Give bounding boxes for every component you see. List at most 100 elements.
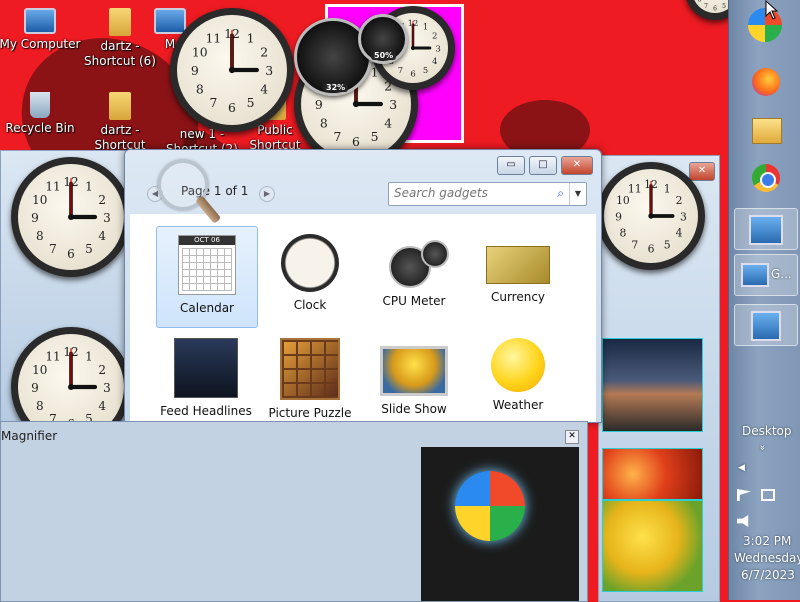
magnifier-title: Magnifier bbox=[1, 429, 58, 443]
svg-text:7: 7 bbox=[333, 129, 341, 144]
svg-text:3: 3 bbox=[389, 97, 397, 112]
photo-flowers-orange bbox=[602, 448, 703, 500]
clock-day[interactable]: Wednesday bbox=[734, 551, 800, 565]
clock-gadget-icon bbox=[281, 234, 339, 292]
gadget-slide-show[interactable]: Slide Show bbox=[364, 336, 464, 416]
show-hidden-icons-icon[interactable]: ◀ bbox=[738, 463, 745, 473]
gadget-cpu-meter[interactable]: CPU Meter bbox=[364, 226, 464, 326]
photo-tulips bbox=[602, 500, 703, 592]
computer-icon bbox=[741, 263, 769, 287]
svg-text:9: 9 bbox=[31, 211, 39, 225]
gadget-label: Currency bbox=[490, 290, 546, 304]
svg-text:1: 1 bbox=[85, 350, 93, 364]
svg-text:2: 2 bbox=[260, 44, 268, 59]
gadgets-taskbar-button[interactable] bbox=[734, 208, 798, 250]
search-icon[interactable]: ⌕ bbox=[557, 186, 564, 201]
gadget-currency[interactable]: Currency bbox=[468, 226, 568, 326]
close-button[interactable]: ✕ bbox=[561, 156, 593, 175]
gadget-clock[interactable]: Clock bbox=[260, 226, 360, 326]
clock-face-icon: 121234567891011 bbox=[697, 0, 726, 12]
picture-puzzle-gadget-icon bbox=[280, 338, 340, 400]
svg-text:4: 4 bbox=[98, 229, 106, 243]
weather-gadget-icon bbox=[491, 338, 545, 392]
gadget-label: Picture Puzzle bbox=[268, 406, 352, 420]
svg-text:5: 5 bbox=[664, 238, 671, 251]
recycle-bin-icon bbox=[30, 92, 50, 118]
background-window-left[interactable]: 121234567891011 121234567891011 bbox=[0, 150, 132, 447]
svg-text:8: 8 bbox=[36, 399, 44, 413]
file-explorer-icon bbox=[752, 118, 782, 144]
gadget-label: Feed Headlines bbox=[160, 404, 252, 418]
mouse-cursor-icon bbox=[765, 0, 779, 20]
explorer-taskbar-button[interactable] bbox=[734, 112, 796, 152]
minimize-button[interactable]: ▭ bbox=[497, 156, 525, 175]
gadget-label: Weather bbox=[492, 398, 544, 412]
cpu-percent: 32% bbox=[323, 83, 349, 92]
search-box[interactable]: ⌕ ▼ bbox=[388, 182, 587, 206]
photo-sunset bbox=[602, 338, 703, 432]
svg-text:5: 5 bbox=[722, 3, 726, 10]
action-center-flag-icon[interactable] bbox=[737, 489, 751, 501]
svg-text:4: 4 bbox=[384, 116, 392, 131]
gadget-calendar[interactable]: OCT 06 Calendar bbox=[156, 226, 258, 328]
svg-text:1: 1 bbox=[664, 182, 671, 195]
magnifier-view bbox=[421, 447, 579, 601]
clock-gadget[interactable]: 121234567891011 bbox=[11, 157, 131, 277]
svg-text:3: 3 bbox=[680, 210, 687, 223]
gadget-feed-headlines[interactable]: Feed Headlines bbox=[156, 336, 256, 418]
svg-text:8: 8 bbox=[196, 82, 204, 97]
desktop-icon-my-computer[interactable]: My Computer bbox=[0, 8, 82, 52]
chevron-down-icon[interactable]: ▼ bbox=[569, 183, 586, 205]
gadget-picture-puzzle[interactable]: Picture Puzzle bbox=[260, 336, 360, 420]
desktop-icon-dartz-shortcut[interactable]: dartz - Shortcut bbox=[78, 92, 162, 153]
svg-text:7: 7 bbox=[49, 242, 57, 256]
desktop-toolbar-label[interactable]: Desktop bbox=[742, 424, 792, 438]
magnifier-icon bbox=[751, 311, 781, 341]
magnifier-close-button[interactable]: ✕ bbox=[565, 430, 579, 444]
clock-gadget[interactable]: 121234567891011 bbox=[170, 8, 294, 132]
gadget-gallery: OCT 06 Calendar Clock CPU Meter Currency… bbox=[130, 214, 596, 422]
svg-text:7: 7 bbox=[209, 95, 217, 110]
window-taskbar-button[interactable]: G... bbox=[734, 254, 798, 296]
svg-text:9: 9 bbox=[315, 97, 323, 112]
magnifier-taskbar-button[interactable] bbox=[734, 304, 798, 346]
gadget-weather[interactable]: Weather bbox=[468, 336, 568, 412]
firefox-icon bbox=[752, 68, 780, 96]
svg-text:11: 11 bbox=[206, 31, 222, 46]
magnifier-window[interactable]: Magnifier ✕ bbox=[0, 421, 588, 602]
firefox-taskbar-button[interactable] bbox=[734, 64, 796, 104]
clock-date[interactable]: 6/7/2023 bbox=[741, 568, 795, 582]
svg-text:3: 3 bbox=[103, 211, 111, 225]
svg-text:5: 5 bbox=[371, 129, 379, 144]
svg-text:3: 3 bbox=[103, 381, 111, 395]
svg-text:1: 1 bbox=[247, 31, 255, 46]
desktop-icon-recycle-bin[interactable]: Recycle Bin bbox=[0, 92, 82, 136]
search-input[interactable] bbox=[389, 183, 544, 203]
desktop-icon-label: My Computer bbox=[0, 37, 81, 51]
folder-shortcut-icon bbox=[109, 92, 131, 120]
svg-text:5: 5 bbox=[247, 95, 255, 110]
svg-text:3: 3 bbox=[436, 43, 441, 53]
network-icon[interactable] bbox=[761, 489, 775, 501]
cpu-meter-gadget[interactable]: 32% 50% bbox=[292, 14, 432, 96]
memory-gauge: 50% bbox=[358, 14, 408, 64]
next-page-icon[interactable]: ▶ bbox=[259, 186, 275, 202]
maximize-button[interactable]: □ bbox=[529, 156, 557, 175]
gadget-label: Clock bbox=[293, 298, 327, 312]
clock-time[interactable]: 3:02 PM bbox=[743, 534, 791, 548]
svg-text:8: 8 bbox=[36, 229, 44, 243]
clock-face-icon: 121234567891011 bbox=[615, 178, 687, 256]
slide-show-gadget-icon bbox=[380, 346, 448, 396]
volume-muted-icon[interactable] bbox=[737, 515, 749, 527]
svg-text:2: 2 bbox=[98, 193, 106, 207]
chrome-taskbar-button[interactable] bbox=[734, 158, 796, 198]
clock-gadget[interactable]: 121234567891011 bbox=[685, 0, 728, 20]
gadget-label: Calendar bbox=[180, 301, 234, 315]
clock-gadget[interactable]: 121234567891011 bbox=[597, 162, 705, 270]
chevron-down-icon[interactable]: » bbox=[757, 444, 768, 450]
svg-text:11: 11 bbox=[628, 182, 642, 195]
svg-text:6: 6 bbox=[67, 247, 75, 261]
svg-text:7: 7 bbox=[631, 238, 638, 251]
svg-text:10: 10 bbox=[616, 194, 630, 207]
svg-text:2: 2 bbox=[432, 31, 437, 41]
